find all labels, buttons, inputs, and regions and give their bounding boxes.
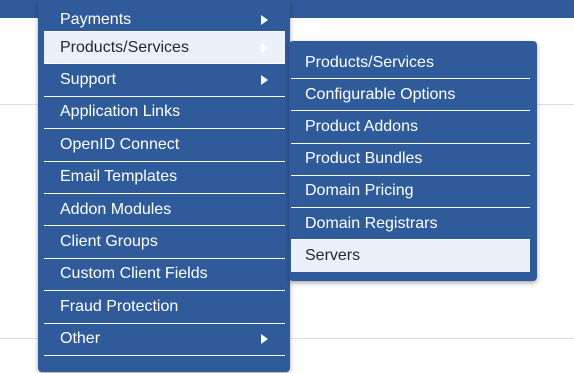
menu-item-other[interactable]: Other bbox=[44, 324, 285, 356]
menu-item-label: Other bbox=[60, 330, 101, 348]
submenu-item-configurable-options[interactable]: Configurable Options bbox=[291, 79, 530, 112]
submenu-item-product-addons[interactable]: Product Addons bbox=[291, 111, 530, 144]
menu-item-label: Payments bbox=[60, 11, 132, 28]
submenu-item-label: Servers bbox=[305, 247, 361, 265]
menu-item-email-templates[interactable]: Email Templates bbox=[44, 162, 285, 194]
menu-item-label: Email Templates bbox=[60, 168, 178, 186]
submenu-item-products-services[interactable]: Products/Services bbox=[291, 47, 530, 80]
submenu-item-label: Domain Pricing bbox=[305, 182, 414, 200]
menu-item-application-links[interactable]: Application Links bbox=[44, 97, 285, 130]
submenu-item-label: Domain Registrars bbox=[305, 214, 438, 232]
products-services-submenu: Products/Services Configurable Options P… bbox=[289, 41, 537, 281]
menu-item-products-services[interactable]: Products/Services bbox=[44, 32, 285, 65]
menu-item-fraud-protection[interactable]: Fraud Protection bbox=[44, 291, 285, 324]
menu-item-support[interactable]: Support bbox=[44, 64, 285, 97]
submenu-item-domain-pricing[interactable]: Domain Pricing bbox=[291, 176, 530, 208]
menu-item-openid-connect[interactable]: OpenID Connect bbox=[44, 129, 285, 162]
submenu-item-label: Product Addons bbox=[305, 117, 418, 135]
submenu-item-label: Products/Services bbox=[305, 53, 434, 71]
menu-item-payments[interactable]: Payments bbox=[44, 11, 285, 32]
menu-item-label: Client Groups bbox=[60, 233, 158, 251]
submenu-item-servers[interactable]: Servers bbox=[291, 240, 530, 273]
menu-item-label: Fraud Protection bbox=[60, 297, 179, 315]
menu-item-label: OpenID Connect bbox=[60, 135, 180, 153]
submenu-item-domain-registrars[interactable]: Domain Registrars bbox=[291, 208, 530, 241]
submenu-item-product-bundles[interactable]: Product Bundles bbox=[291, 144, 530, 176]
setup-dropdown-menu: Payments Products/Services Support Appli… bbox=[38, 0, 290, 372]
menu-item-label: Application Links bbox=[60, 103, 181, 121]
menu-item-label: Products/Services bbox=[60, 38, 189, 56]
caret-right-icon bbox=[261, 42, 268, 53]
menu-item-addon-modules[interactable]: Addon Modules bbox=[44, 194, 285, 227]
menu-item-custom-client-fields[interactable]: Custom Client Fields bbox=[44, 259, 285, 292]
menu-item-label: Support bbox=[60, 71, 117, 89]
caret-right-icon bbox=[261, 334, 268, 345]
submenu-item-label: Product Bundles bbox=[305, 150, 423, 168]
submenu-item-label: Configurable Options bbox=[305, 85, 456, 103]
caret-right-icon bbox=[261, 15, 268, 25]
caret-right-icon bbox=[261, 75, 268, 86]
menu-item-label: Custom Client Fields bbox=[60, 265, 208, 283]
menu-item-label: Addon Modules bbox=[60, 200, 172, 218]
menu-item-client-groups[interactable]: Client Groups bbox=[44, 226, 285, 259]
